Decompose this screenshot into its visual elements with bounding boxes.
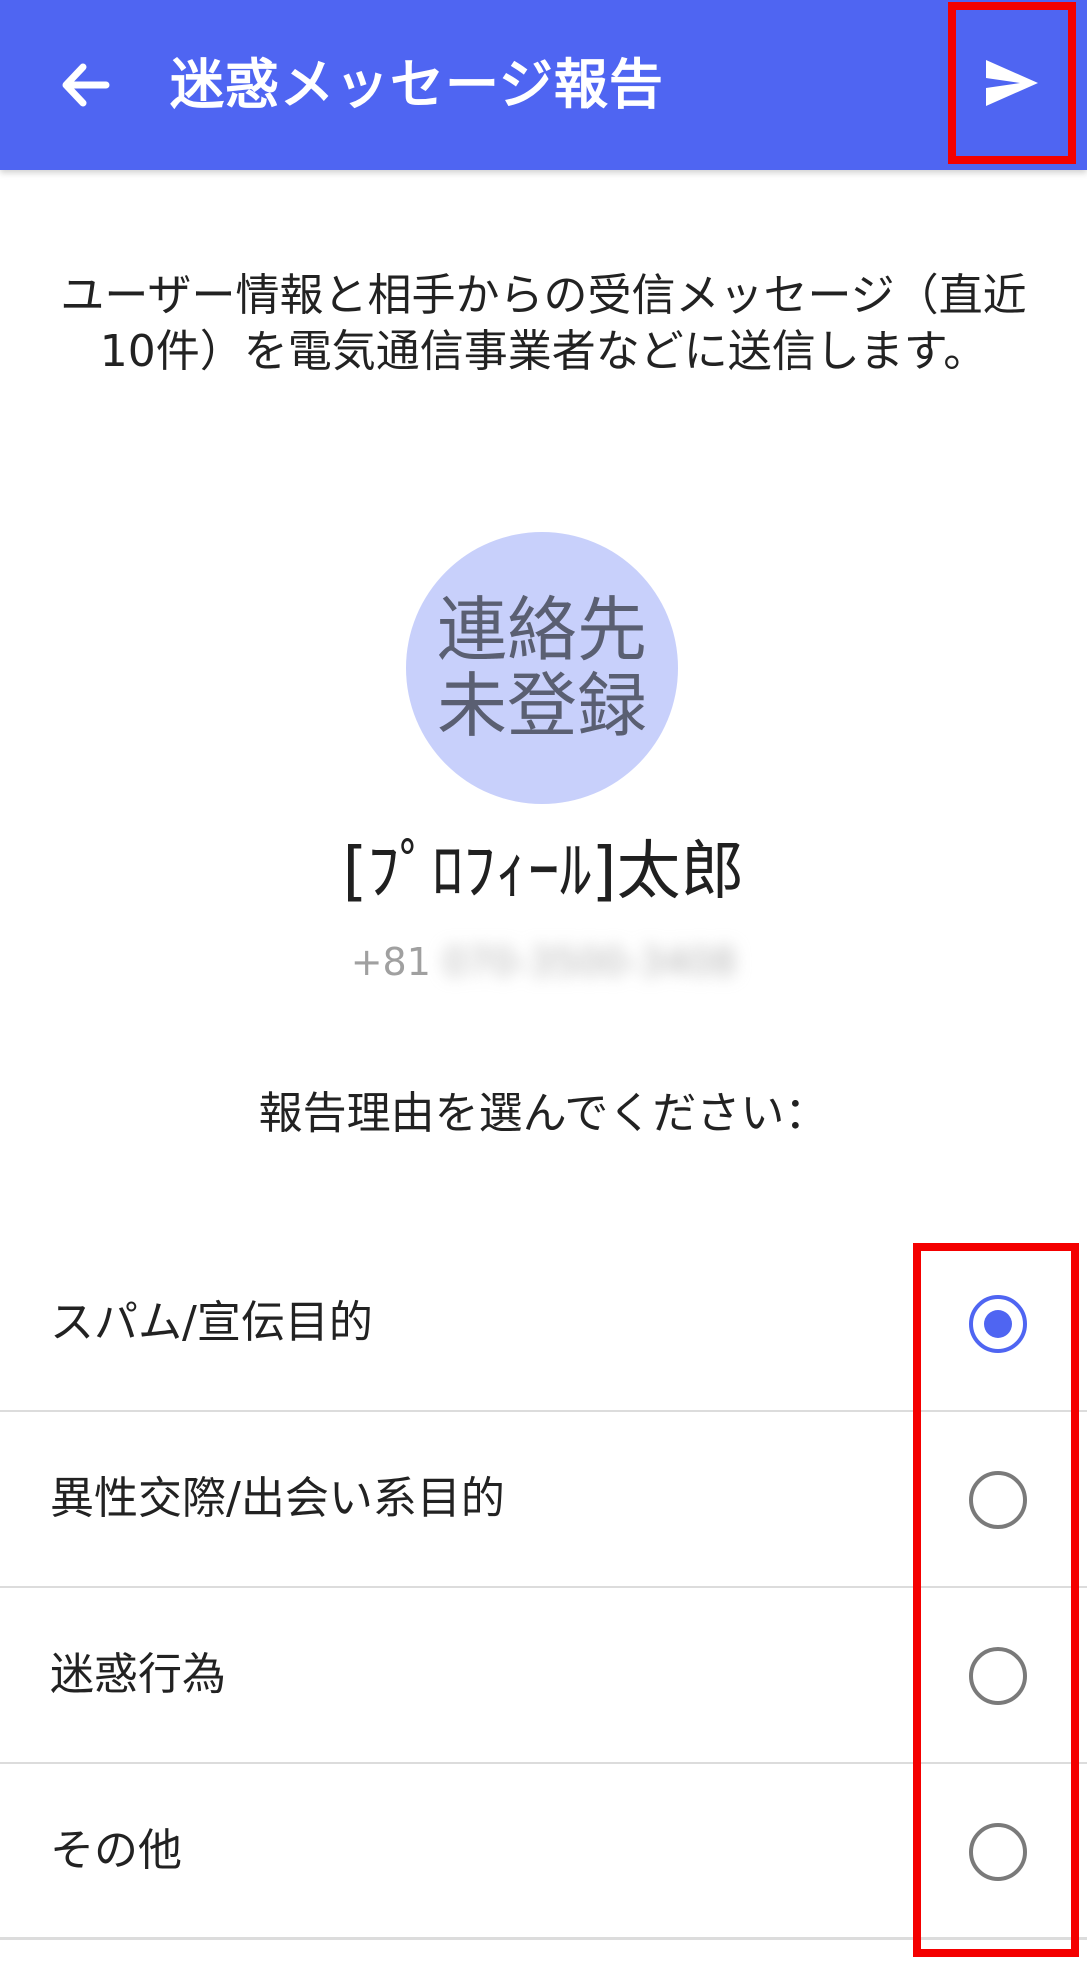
reason-option-label: 迷惑行為 <box>50 1649 226 1700</box>
arrow-left-icon <box>62 63 110 107</box>
reason-radio-spam[interactable] <box>969 1295 1027 1353</box>
reason-option-dating[interactable]: 異性交際/出会い系目的 <box>0 1412 1087 1588</box>
send-button[interactable] <box>972 43 1052 123</box>
contact-name: [ﾌﾟﾛﾌｨｰﾙ]太郎 <box>342 835 745 909</box>
avatar-text-line1: 連絡先 <box>437 589 647 671</box>
reason-prompt: 報告理由を選んでください： <box>258 1088 829 1139</box>
report-description: ユーザー情報と相手からの受信メッセージ（直近10件）を電気通信事業者などに送信し… <box>60 270 1027 377</box>
page-title: 迷惑メッセージ報告 <box>170 53 664 116</box>
reason-option-label: 異性交際/出会い系目的 <box>50 1473 505 1524</box>
reason-option-spam[interactable]: スパム/宣伝目的 <box>0 1236 1087 1412</box>
reason-radio-dating[interactable] <box>969 1471 1027 1529</box>
reason-option-nuisance[interactable]: 迷惑行為 <box>0 1588 1087 1764</box>
send-icon <box>986 60 1038 106</box>
back-button[interactable] <box>40 40 130 130</box>
reason-option-other[interactable]: その他 <box>0 1764 1087 1940</box>
radio-selected-dot <box>984 1310 1012 1338</box>
reason-option-label: その他 <box>50 1825 182 1876</box>
avatar: 連絡先 未登録 <box>406 532 678 804</box>
reason-radio-other[interactable] <box>969 1823 1027 1881</box>
app-bar: 迷惑メッセージ報告 <box>0 0 1087 170</box>
phone-country-code: +81 <box>350 940 431 984</box>
reason-option-label: スパム/宣伝目的 <box>50 1297 373 1348</box>
phone-number: 070-3500-3408 <box>442 940 737 984</box>
phone-number-row: +81 070-3500-3408 <box>0 932 1087 992</box>
reason-options-list: スパム/宣伝目的 異性交際/出会い系目的 迷惑行為 その他 <box>0 1236 1087 1940</box>
reason-radio-nuisance[interactable] <box>969 1647 1027 1705</box>
send-button-highlight <box>948 2 1076 164</box>
avatar-text-line2: 未登録 <box>437 665 647 747</box>
